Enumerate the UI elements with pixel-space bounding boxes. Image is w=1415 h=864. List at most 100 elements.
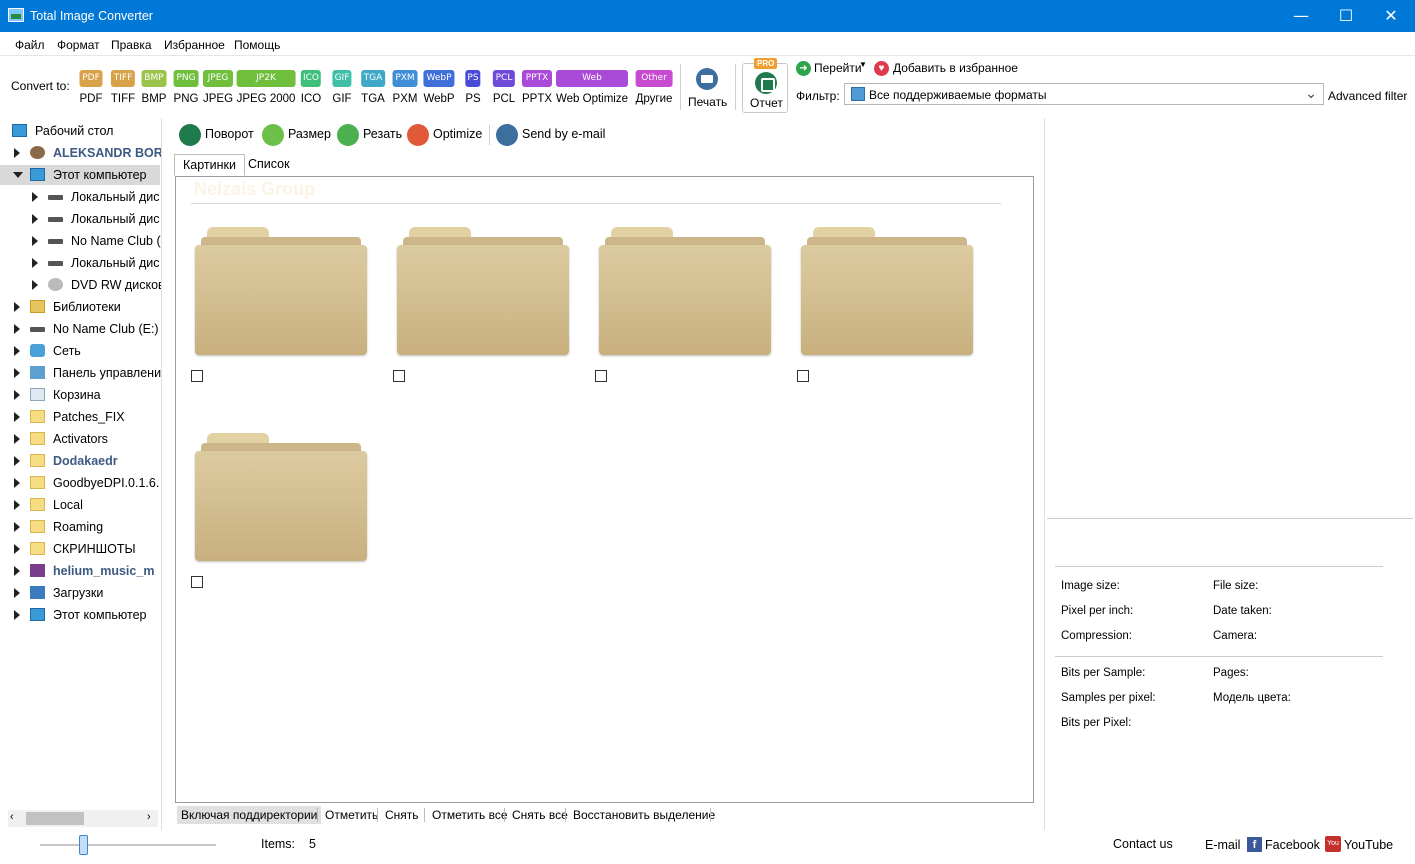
- expand-right-icon[interactable]: [32, 192, 38, 202]
- tree-item[interactable]: Рабочий стол: [0, 121, 160, 141]
- convert-pptx-button[interactable]: PPTX PPTX: [521, 70, 553, 105]
- tree-item[interactable]: GoodbyeDPI.0.1.6.: [0, 473, 160, 493]
- expand-right-icon[interactable]: [14, 456, 20, 466]
- convert-ps-button[interactable]: PS PS: [465, 70, 481, 105]
- tree-item[interactable]: Панель управлени: [0, 363, 161, 383]
- tree-item[interactable]: Local: [0, 495, 160, 515]
- tree-item[interactable]: Локальный дис: [0, 187, 160, 207]
- expand-right-icon[interactable]: [32, 236, 38, 246]
- tree-item[interactable]: Этот компьютер: [0, 165, 160, 185]
- bottom-action-button[interactable]: Снять: [381, 806, 423, 824]
- chevron-down-icon[interactable]: ▼: [859, 60, 867, 69]
- facebook-link[interactable]: Facebook: [1265, 838, 1320, 852]
- zoom-slider-thumb[interactable]: [79, 835, 88, 855]
- tree-item[interactable]: Сеть: [0, 341, 160, 361]
- folder-thumbnail[interactable]: [599, 227, 771, 357]
- tree-item[interactable]: No Name Club (: [0, 231, 161, 251]
- expand-right-icon[interactable]: [14, 390, 20, 400]
- menu-favorites[interactable]: Избранное: [164, 38, 225, 52]
- tree-horizontal-scrollbar[interactable]: ‹ ›: [8, 810, 158, 827]
- minimize-button[interactable]: —: [1278, 0, 1324, 32]
- youtube-icon[interactable]: You: [1325, 836, 1341, 852]
- expand-right-icon[interactable]: [14, 500, 20, 510]
- convert-gif-button[interactable]: GIF GIF: [332, 70, 352, 105]
- select-checkbox[interactable]: [797, 370, 809, 382]
- menu-help[interactable]: Помощь: [234, 38, 280, 52]
- expand-right-icon[interactable]: [32, 258, 38, 268]
- menu-format[interactable]: Формат: [57, 38, 100, 52]
- menu-file[interactable]: Файл: [15, 38, 45, 52]
- convert-pxm-button[interactable]: PXM PXM: [392, 70, 418, 105]
- convert-webp-button[interactable]: WebP WebP: [423, 70, 455, 105]
- convert-tga-button[interactable]: TGA TGA: [361, 70, 385, 105]
- bottom-action-button[interactable]: Отметить: [321, 806, 382, 824]
- email-link[interactable]: E-mail: [1205, 838, 1240, 852]
- tree-item[interactable]: Загрузки: [0, 583, 160, 603]
- tree-item[interactable]: Dodakaedr: [0, 451, 160, 471]
- bottom-action-button[interactable]: Отметить все: [428, 806, 512, 824]
- tab-pictures[interactable]: Картинки: [174, 154, 245, 176]
- expand-right-icon[interactable]: [14, 588, 20, 598]
- convert-jpeg-2000-button[interactable]: JP2K JPEG 2000: [236, 70, 296, 105]
- scroll-right-icon[interactable]: ›: [147, 811, 151, 823]
- tree-item[interactable]: Patches_FIX: [0, 407, 160, 427]
- tree-item[interactable]: СКРИНШОТЫ: [0, 539, 160, 559]
- filter-select[interactable]: Все поддерживаемые форматы ⌄: [844, 83, 1324, 105]
- bottom-action-button[interactable]: Снять все: [508, 806, 572, 824]
- youtube-link[interactable]: YouTube: [1344, 838, 1393, 852]
- tree-item[interactable]: Этот компьютер: [0, 605, 160, 625]
- select-checkbox[interactable]: [191, 576, 203, 588]
- convert-pdf-button[interactable]: PDF PDF: [79, 70, 103, 105]
- expand-right-icon[interactable]: [14, 610, 20, 620]
- tree-item[interactable]: helium_music_m: [0, 561, 160, 581]
- maximize-button[interactable]: ☐: [1323, 0, 1369, 32]
- tree-item[interactable]: ALEKSANDR BOR: [0, 143, 161, 163]
- expand-right-icon[interactable]: [14, 148, 20, 158]
- close-button[interactable]: ✕: [1368, 0, 1414, 32]
- expand-right-icon[interactable]: [14, 544, 20, 554]
- expand-down-icon[interactable]: [13, 172, 23, 178]
- folder-thumbnail[interactable]: [195, 227, 367, 357]
- expand-right-icon[interactable]: [14, 412, 20, 422]
- expand-right-icon[interactable]: [14, 434, 20, 444]
- bottom-action-button[interactable]: Включая поддиректории: [177, 806, 322, 824]
- goto-button[interactable]: Перейти: [814, 61, 862, 75]
- menu-edit[interactable]: Правка: [111, 38, 152, 52]
- expand-right-icon[interactable]: [14, 302, 20, 312]
- tree-item[interactable]: Roaming: [0, 517, 160, 537]
- expand-right-icon[interactable]: [32, 214, 38, 224]
- folder-thumbnail[interactable]: [397, 227, 569, 357]
- tree-item[interactable]: Корзина: [0, 385, 160, 405]
- convert-другие-button[interactable]: Other Другие: [635, 70, 673, 105]
- folder-thumbnail[interactable]: [195, 433, 367, 563]
- tree-item[interactable]: Activators: [0, 429, 160, 449]
- scrollbar-thumb[interactable]: [26, 812, 84, 825]
- facebook-icon[interactable]: f: [1247, 837, 1262, 852]
- expand-right-icon[interactable]: [14, 324, 20, 334]
- select-checkbox[interactable]: [191, 370, 203, 382]
- convert-web-optimize-button[interactable]: Web Web Optimize: [555, 70, 629, 105]
- expand-right-icon[interactable]: [14, 346, 20, 356]
- tree-item[interactable]: No Name Club (E:): [0, 319, 160, 339]
- scroll-left-icon[interactable]: ‹: [10, 811, 14, 823]
- expand-right-icon[interactable]: [14, 478, 20, 488]
- expand-right-icon[interactable]: [14, 522, 20, 532]
- convert-jpeg-button[interactable]: JPEG JPEG: [202, 70, 234, 105]
- convert-png-button[interactable]: PNG PNG: [173, 70, 199, 105]
- expand-right-icon[interactable]: [14, 368, 20, 378]
- folder-thumbnail[interactable]: [801, 227, 973, 357]
- expand-right-icon[interactable]: [14, 566, 20, 576]
- add-favorites-button[interactable]: Добавить в избранное: [893, 61, 1018, 75]
- tab-list[interactable]: Список: [240, 154, 298, 176]
- select-checkbox[interactable]: [595, 370, 607, 382]
- contact-us-link[interactable]: Contact us: [1113, 837, 1173, 851]
- convert-pcl-button[interactable]: PCL PCL: [492, 70, 516, 105]
- expand-right-icon[interactable]: [32, 280, 38, 290]
- tree-item[interactable]: Локальный дис: [0, 253, 160, 273]
- tree-item[interactable]: DVD RW дисков: [0, 275, 161, 295]
- convert-bmp-button[interactable]: BMP BMP: [141, 70, 167, 105]
- bottom-action-button[interactable]: Восстановить выделение: [569, 806, 719, 824]
- tree-item[interactable]: Локальный дис: [0, 209, 160, 229]
- advanced-filter-link[interactable]: Advanced filter: [1328, 89, 1407, 103]
- zoom-slider-track[interactable]: [40, 844, 216, 846]
